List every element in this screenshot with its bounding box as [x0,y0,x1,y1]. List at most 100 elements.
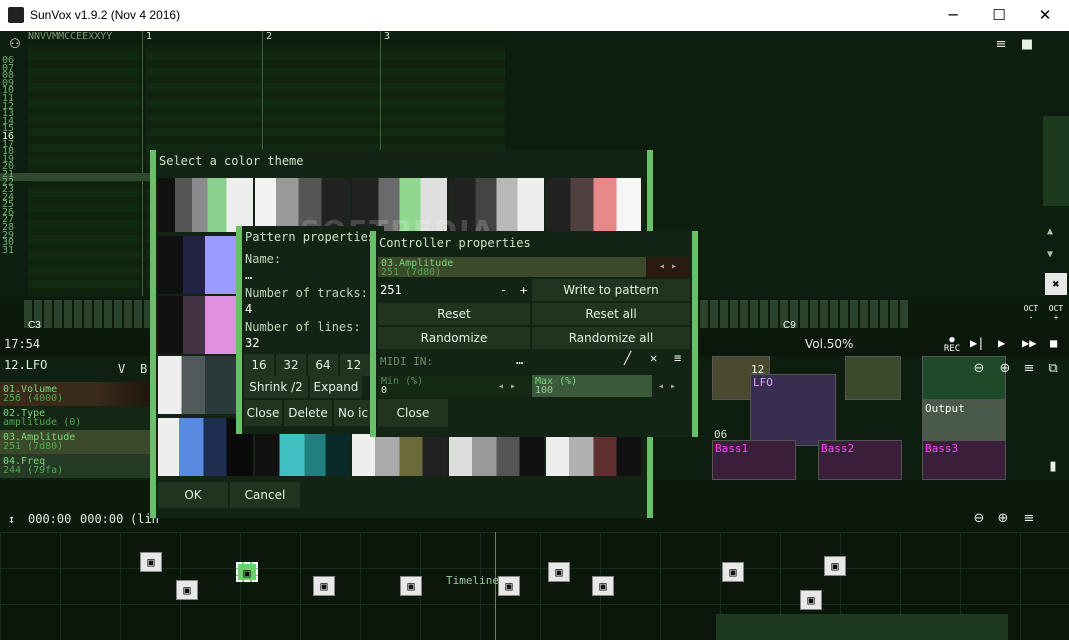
write-to-pattern-button[interactable]: Write to pattern [532,279,690,301]
zoom-in-icon[interactable]: ⊕ [994,358,1016,380]
max-arrows[interactable]: ◂ ▸ [658,381,676,392]
controller-volume[interactable]: 01.Volume 256 (4000) [0,382,160,406]
octave-down-button[interactable]: OCT - [1022,304,1040,322]
theme-swatch[interactable] [158,356,242,414]
controller-amplitude[interactable]: 03.Amplitude 251 (7d80) [0,430,160,454]
timeline-pattern[interactable]: ▣ [722,562,744,582]
theme-swatch[interactable] [158,178,253,232]
lines-128-button[interactable]: 12 [340,354,370,376]
reset-all-button[interactable]: Reset all [532,303,690,325]
timeline-pattern[interactable]: ▣ [824,556,846,576]
randomize-all-button[interactable]: Randomize all [532,327,690,349]
timeline-scroll-icon[interactable]: ↕ [8,512,15,526]
controller-arrows[interactable]: ◂ ▸ [646,257,690,277]
keyboard-keys-right[interactable] [690,300,910,328]
tracks-label: Number of tracks: [245,286,368,300]
zoom-out-icon[interactable]: ⊖ [968,358,990,380]
module-lfo[interactable]: 12 LFO [750,363,836,446]
row-number: 31 [2,244,15,256]
module-bass2[interactable]: Bass2 [818,440,902,480]
cancel-button[interactable]: Cancel [230,482,300,508]
controller-minus-button[interactable]: - [500,283,507,297]
timeline-pattern[interactable]: ▣ [313,576,335,596]
play-button[interactable]: ▶ [998,336,1005,350]
randomize-button[interactable]: Randomize [378,327,530,349]
menu-icon[interactable]: ≡ [990,34,1012,56]
theme-swatch[interactable] [158,296,242,354]
volume-display[interactable]: Vol.50% [805,337,853,351]
lines-64-button[interactable]: 64 [308,354,338,376]
lines-32-button[interactable]: 32 [276,354,306,376]
midi-clear-icon[interactable]: ✕ [650,351,657,365]
controller-close-button[interactable]: Close [378,399,448,427]
timeline-pattern[interactable]: ▣ [140,552,162,572]
timeline-pattern[interactable]: ▣ [800,590,822,610]
midi-curve-icon[interactable]: ╱ [624,351,631,365]
scroll-up-icon[interactable]: ▲ [1047,226,1053,237]
timeline-pattern[interactable]: ▣ [592,576,614,596]
network-menu-icon[interactable]: ≡ [1018,358,1040,380]
minimize-button[interactable]: ─ [930,0,976,31]
module-bass3[interactable]: Bass3 [922,440,1006,480]
timeline-pattern[interactable]: ▣ [176,580,198,600]
network-options-icon[interactable]: ⧉ [1042,358,1064,380]
shrink-button[interactable]: Shrink /2 [244,376,308,398]
pattern-close-button[interactable]: Close [244,400,282,426]
visual-toggle[interactable]: V [118,362,125,376]
theme-swatch[interactable] [352,434,447,476]
scroll-down-icon[interactable]: ▼ [1047,249,1053,260]
ok-button[interactable]: OK [158,482,228,508]
maximize-button[interactable]: ☐ [976,0,1022,31]
module-visual-icon[interactable]: ✖ [1045,273,1067,295]
module-network[interactable]: 12 LFO Output 06 Bass1 Bass2 Bass3 ⊖ ⊕ ≡… [650,356,1069,480]
lock-icon[interactable]: ■ [1016,34,1038,56]
track-column-1[interactable] [28,45,140,295]
timeline-pattern[interactable]: ▣ [498,576,520,596]
module-box[interactable] [845,356,901,400]
sunvox-logo-icon[interactable]: ⚇ [4,34,26,56]
expand-button[interactable]: Expand [310,376,362,398]
theme-swatch[interactable] [546,178,641,232]
play-from-cursor-button[interactable]: ▶▶ [1022,336,1036,350]
keyboard-keys-left[interactable] [24,300,154,328]
record-button[interactable]: ● REC [942,336,962,354]
time-display: 17:54 [4,337,41,351]
timeline-pattern[interactable]: ▣ [548,562,570,582]
lines-16-button[interactable]: 16 [244,354,274,376]
theme-swatch[interactable] [449,434,544,476]
min-arrows[interactable]: ◂ ▸ [498,381,516,392]
controller-number[interactable]: 251 [380,283,402,297]
timeline-pattern-selected[interactable]: ▣ [236,562,258,582]
controller-type[interactable]: 02.Type amplitude (0) [0,406,160,430]
theme-swatch[interactable] [546,434,641,476]
timeline-scrollbar[interactable] [716,614,1008,640]
level-meter-icon[interactable]: ▮ [1042,456,1064,478]
controller-freq[interactable]: 04.Freq 244 (79fa) [0,454,160,478]
delete-button[interactable]: Delete [284,400,332,426]
bypass-toggle[interactable]: B [140,362,147,376]
reset-button[interactable]: Reset [378,303,530,325]
pattern-name-field[interactable]: … [245,268,252,282]
close-window-button[interactable]: ✕ [1022,0,1068,31]
timeline[interactable]: Timeline: ▣ ▣ ▣ ▣ ▣ ▣ ▣ ▣ ▣ ▣ ▣ [0,532,1069,640]
stop-button[interactable]: ■ [1050,336,1057,350]
tracks-field[interactable]: 4 [245,302,252,316]
timeline-pattern[interactable]: ▣ [400,576,422,596]
timeline-menu-icon[interactable]: ≡ [1018,508,1040,530]
no-icon-button[interactable]: No ic [334,400,370,426]
play-pattern-button[interactable]: ▶| [970,336,984,350]
lines-field[interactable]: 32 [245,336,259,350]
pattern-scrollbar[interactable] [1043,116,1069,206]
timeline-zoom-out-icon[interactable]: ⊖ [968,508,990,530]
controller-slider[interactable]: 03.Amplitude 251 (7d80) [378,257,646,278]
controller-plus-button[interactable]: + [520,283,527,297]
octave-up-button[interactable]: OCT + [1047,304,1065,322]
max-field[interactable]: Max (%) 100 [532,375,652,397]
module-bass1[interactable]: Bass1 [712,440,796,480]
timeline-zoom-in-icon[interactable]: ⊕ [992,508,1014,530]
theme-swatch[interactable] [255,434,350,476]
midi-in-value[interactable]: … [516,353,523,367]
midi-menu-icon[interactable]: ≡ [674,351,681,365]
module-output[interactable]: Output [922,400,1006,440]
theme-swatch[interactable] [158,236,242,294]
